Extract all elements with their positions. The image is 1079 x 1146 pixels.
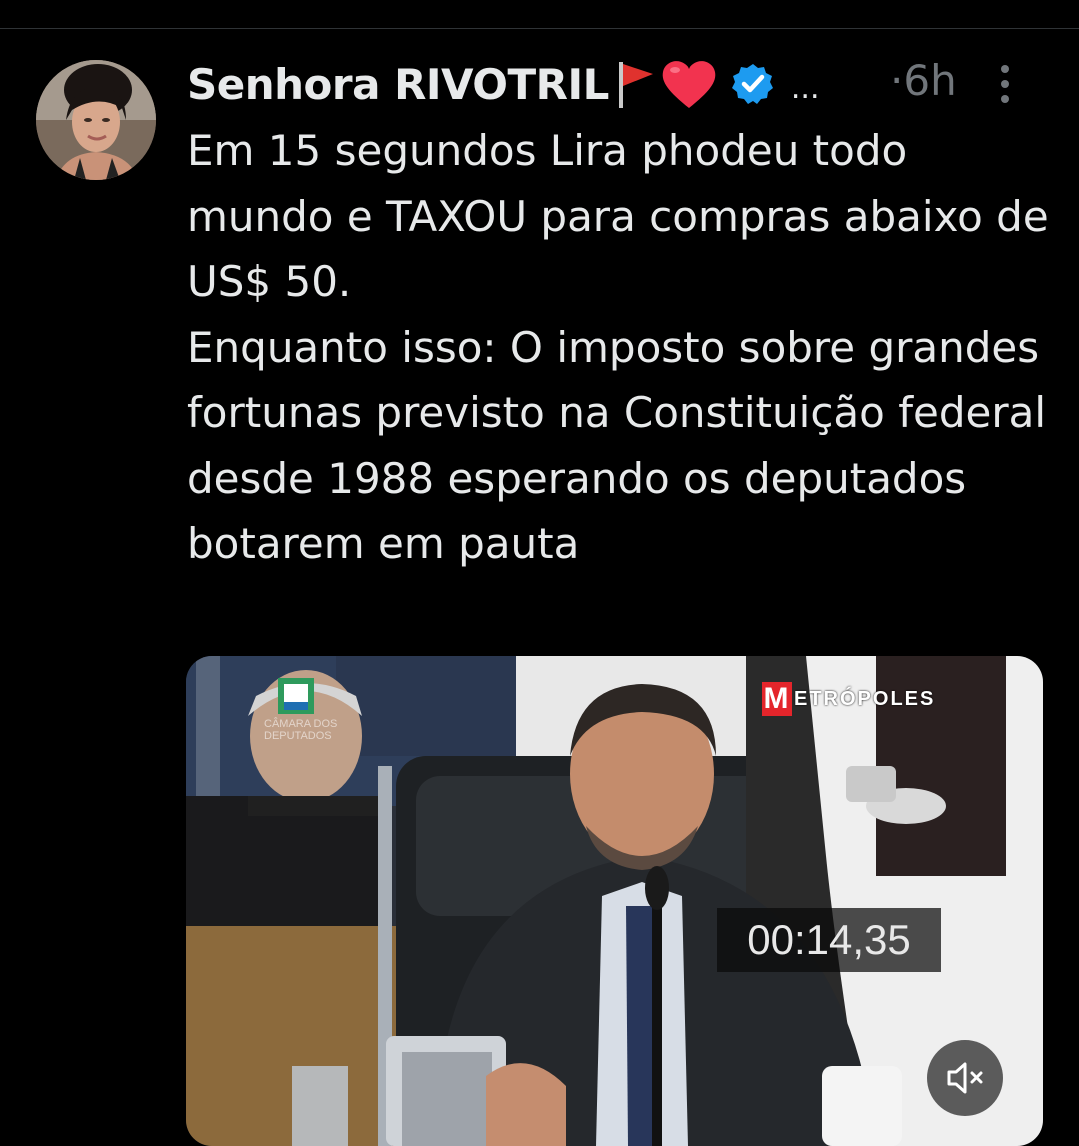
triangular-flag-icon (615, 58, 657, 110)
video-timer: 00:14,35 (717, 908, 941, 972)
timestamp[interactable]: ·6h (890, 56, 957, 105)
avatar[interactable] (36, 60, 156, 180)
video-player[interactable]: CÂMARA DOS DEPUTADOS M ETRÓPOLES 00:14,3… (186, 656, 1043, 1146)
red-heart-icon (659, 56, 719, 112)
top-divider (0, 28, 1079, 29)
camara-logo-icon (278, 678, 314, 714)
separator-dot: · (890, 56, 904, 105)
tweet-header: Senhora RIVOTRIL ... ·6h (187, 52, 1057, 116)
camara-watermark: CÂMARA DOS DEPUTADOS (264, 718, 338, 742)
name-truncation: ... (790, 70, 820, 106)
tweet-text: Em 15 segundos Lira phodeu todo mundo e … (187, 126, 1049, 568)
more-options-icon[interactable] (999, 64, 1011, 104)
speaker-muted-icon (947, 1062, 983, 1094)
verified-badge-icon[interactable] (731, 62, 775, 106)
display-name[interactable]: Senhora RIVOTRIL (187, 60, 609, 109)
time-label: 6h (903, 56, 957, 105)
mute-toggle-button[interactable] (927, 1040, 1003, 1116)
metropoles-watermark: M ETRÓPOLES (762, 682, 935, 716)
metropoles-initial: M (762, 682, 792, 716)
metropoles-name: ETRÓPOLES (794, 687, 936, 710)
